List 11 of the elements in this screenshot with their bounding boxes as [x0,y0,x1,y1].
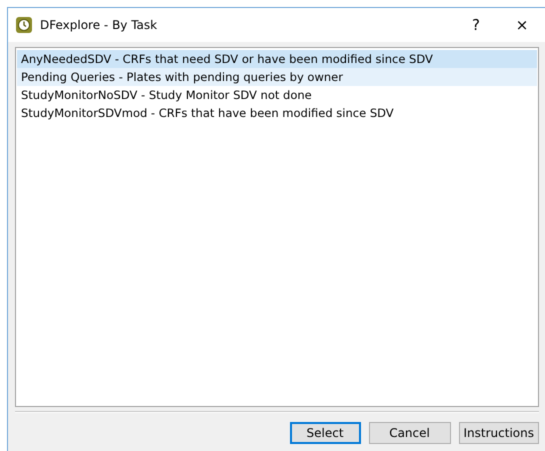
app-icon [16,17,32,33]
task-item[interactable]: StudyMonitorSDVmod - CRFs that have been modified since SDV [17,104,537,122]
window-title: DFexplore - By Task [40,18,158,32]
dialog-button[interactable]: Cancel [368,422,451,444]
dialog-button[interactable]: Select [290,422,361,444]
task-item[interactable]: AnyNeededSDV - CRFs that need SDV or have been modified since SDV [17,50,537,68]
close-button[interactable]: × [499,8,545,42]
dialog-button[interactable]: Instructions [458,422,539,444]
task-item[interactable]: StudyMonitorNoSDV - Study Monitor SDV not done [17,86,537,104]
help-button[interactable]: ? [453,8,499,42]
task-item[interactable]: Pending Queries - Plates with pending queries by owner [17,68,537,86]
